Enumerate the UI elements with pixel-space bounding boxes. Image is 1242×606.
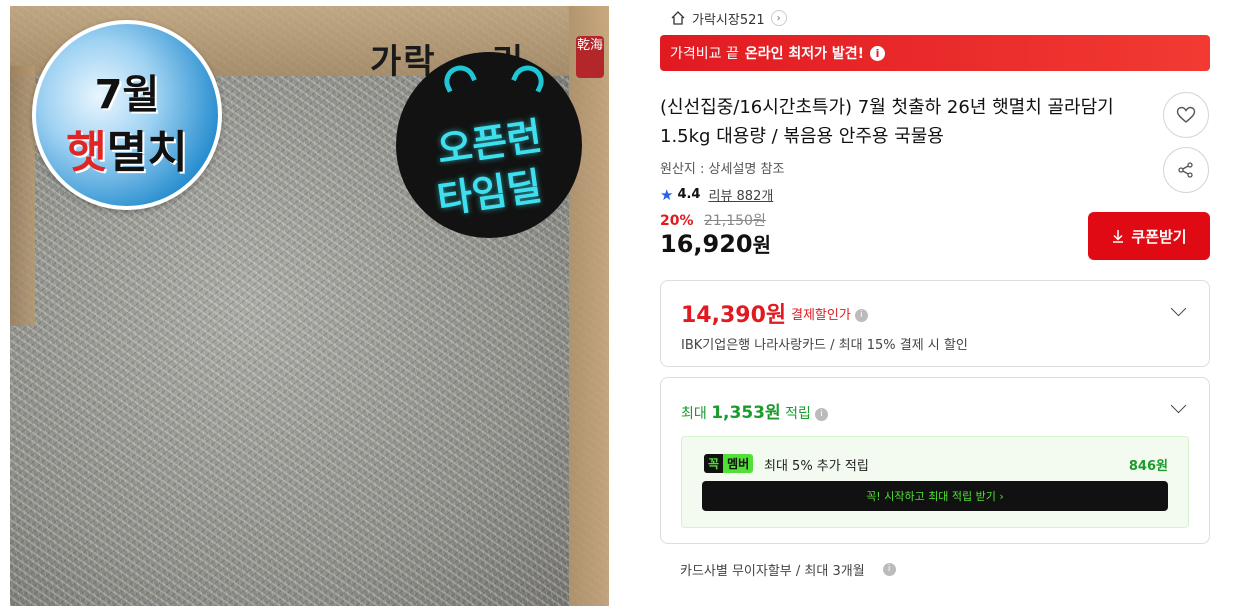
- max-reward: 최대 1,353원 적립 i: [681, 398, 828, 423]
- product-info-panel: 가락시장521 › 가격비교 끝 온라인 최저가 발견! i (신선집중/16시…: [660, 0, 1210, 606]
- share-button[interactable]: [1163, 147, 1209, 193]
- chevron-down-icon[interactable]: [1170, 397, 1187, 414]
- member-badge: 꼭 멤버: [704, 453, 754, 473]
- info-icon[interactable]: i: [882, 563, 896, 576]
- badge-july-line1: 7월: [94, 72, 160, 118]
- product-image: 가락 ·· 리 乾海 7월 햇멸치 오픈런 타임딜: [10, 6, 609, 606]
- box-edge: [10, 66, 35, 326]
- brand-stamp: 乾海: [576, 36, 604, 78]
- rating-score: 4.4: [677, 187, 701, 202]
- sale-price: 16,920원: [660, 230, 772, 258]
- member-reward-amount: 846원: [1128, 459, 1168, 474]
- star-icon: ★: [660, 185, 674, 204]
- card-discount-label: 결제할인가 i: [791, 304, 868, 323]
- store-name: 가락시장521: [692, 12, 765, 28]
- installment-info: 카드사별 무이자할부 / 최대 3개월 i: [680, 560, 896, 579]
- rating-row: ★ 4.4 리뷰 882개: [660, 185, 773, 205]
- rewards-panel: 최대 1,353원 적립 i 꼭 멤버 최대 5% 추가 적립 846원 꼭! 시작…: [660, 377, 1210, 544]
- alarm-bell-icon: [439, 60, 477, 93]
- july-anchovy-badge: 7월 햇멸치: [32, 20, 222, 210]
- home-icon: [671, 11, 685, 25]
- heart-icon: [1176, 106, 1196, 123]
- info-icon: i: [854, 309, 868, 322]
- wishlist-button[interactable]: [1163, 92, 1209, 138]
- info-icon: i: [814, 407, 828, 421]
- card-discount-price: 14,390원: [681, 303, 787, 328]
- reviews-link[interactable]: 리뷰 882개: [708, 185, 773, 204]
- discount-percent: 20%: [660, 213, 694, 229]
- share-icon: [1178, 162, 1193, 178]
- member-join-button[interactable]: 꼭! 시작하고 최대 적립 받기 ›: [702, 481, 1168, 511]
- coupon-label: 쿠폰받기: [1131, 227, 1187, 246]
- store-link[interactable]: 가락시장521 ›: [670, 8, 787, 28]
- card-discount-panel[interactable]: 14,390원 결제할인가 i IBK기업은행 나라사랑카드 / 최대 15% 결…: [660, 280, 1210, 367]
- info-icon: i: [870, 45, 886, 61]
- origin-info: 원산지 : 상세설명 참조: [660, 162, 785, 177]
- chevron-right-icon: ›: [770, 10, 787, 26]
- coupon-button[interactable]: 쿠폰받기: [1088, 212, 1210, 260]
- lowest-price-banner[interactable]: 가격비교 끝 온라인 최저가 발견! i: [660, 35, 1210, 71]
- badge-july-line2: 햇멸치: [66, 127, 188, 178]
- member-reward-text: 최대 5% 추가 적립: [764, 459, 869, 474]
- banner-prefix: 가격비교 끝: [670, 46, 739, 62]
- download-icon: [1113, 230, 1124, 243]
- card-discount-description: IBK기업은행 나라사랑카드 / 최대 15% 결제 시 할인: [681, 338, 968, 353]
- banner-bold: 온라인 최저가 발견!: [744, 46, 865, 62]
- chevron-down-icon[interactable]: [1170, 300, 1187, 317]
- product-title: (신선집중/16시간초특가) 7월 첫출하 26년 햇멸치 골라담기 1.5kg…: [660, 97, 1114, 147]
- box-edge: [569, 6, 609, 606]
- open-run-timedeal-badge: 오픈런 타임딜: [396, 52, 582, 238]
- member-reward-box: 꼭 멤버 최대 5% 추가 적립 846원 꼭! 시작하고 최대 적립 받기 ›: [681, 436, 1189, 528]
- discount-row: 20% 21,150원: [660, 210, 766, 230]
- original-price: 21,150원: [703, 213, 766, 229]
